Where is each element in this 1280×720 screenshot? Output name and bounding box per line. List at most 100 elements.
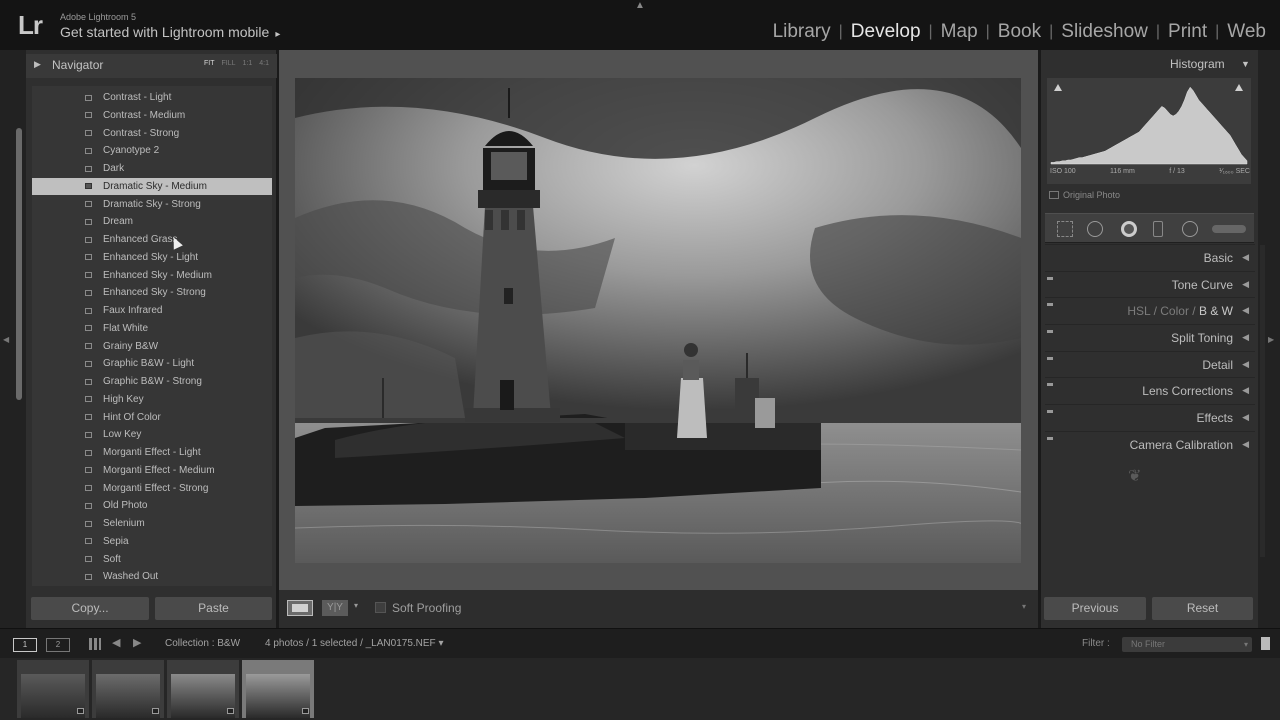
panel-expand-icon[interactable]: ◀	[1242, 359, 1249, 370]
panel-detail[interactable]: Detail ◀	[1045, 351, 1255, 377]
module-print[interactable]: Print	[1160, 21, 1215, 43]
panel-basic[interactable]: Basic ◀	[1045, 244, 1255, 270]
loupe-view-button[interactable]	[287, 600, 313, 616]
zoom-4-1[interactable]: 4:1	[259, 60, 269, 67]
panel-expand-icon[interactable]: ◀	[1242, 412, 1249, 423]
panel-lens-corrections[interactable]: Lens Corrections ◀	[1045, 377, 1255, 403]
preset-item[interactable]: Soft	[32, 551, 272, 568]
lighthouse-photo[interactable]	[295, 78, 1021, 563]
right-panel-collapse-icon[interactable]: ▶	[1268, 335, 1274, 344]
preset-item[interactable]: Old Photo	[32, 497, 272, 514]
forward-arrow-icon[interactable]: ▶	[133, 636, 141, 649]
adjustment-brush-icon[interactable]	[1212, 225, 1246, 233]
preset-item[interactable]: Contrast - Light	[32, 89, 272, 106]
preset-item[interactable]: Hint Of Color	[32, 409, 272, 426]
thumbnail-4[interactable]	[242, 660, 314, 718]
panel-split-toning[interactable]: Split Toning ◀	[1045, 324, 1255, 350]
histogram-title[interactable]: Histogram	[1170, 57, 1225, 71]
preset-item[interactable]: Enhanced Sky - Strong	[32, 284, 272, 301]
thumbnail-2[interactable]	[92, 660, 164, 718]
secondary-window-button[interactable]: 2	[46, 638, 70, 652]
module-map[interactable]: Map	[933, 21, 986, 43]
before-after-dropdown-icon[interactable]: ▾	[354, 601, 358, 610]
grid-view-icon[interactable]	[89, 638, 101, 650]
panel-switch-icon[interactable]	[1047, 303, 1053, 306]
panel-camera-calibration[interactable]: Camera Calibration ◀	[1045, 431, 1255, 457]
filter-lock-icon[interactable]	[1261, 637, 1270, 650]
panel-expand-icon[interactable]: ◀	[1242, 305, 1249, 316]
preset-item[interactable]: Sepia	[32, 533, 272, 550]
preset-item[interactable]: Enhanced Sky - Light	[32, 249, 272, 266]
graduated-filter-icon[interactable]	[1153, 221, 1163, 237]
right-panel-scrollbar[interactable]	[1260, 245, 1265, 557]
panel-switch-icon[interactable]	[1047, 277, 1053, 280]
filmstrip-photo-count[interactable]: 4 photos / 1 selected / _LAN0175.NEF ▾	[265, 638, 443, 649]
panel-effects[interactable]: Effects ◀	[1045, 404, 1255, 430]
copy-settings-button[interactable]: Copy...	[31, 597, 149, 620]
tab-color[interactable]: Color	[1160, 304, 1189, 318]
soft-proofing-checkbox[interactable]	[375, 602, 386, 613]
left-panel-scrollbar[interactable]	[16, 128, 22, 400]
before-after-button[interactable]: Y|Y	[322, 600, 348, 616]
zoom-fit[interactable]: FIT	[204, 60, 215, 67]
module-develop[interactable]: Develop	[843, 21, 929, 43]
reset-button[interactable]: Reset	[1152, 597, 1253, 620]
preset-item[interactable]: Contrast - Strong	[32, 125, 272, 142]
zoom-1-1[interactable]: 1:1	[243, 60, 253, 67]
primary-window-button[interactable]: 1	[13, 638, 37, 652]
back-arrow-icon[interactable]: ◀	[112, 636, 120, 649]
panel-expand-icon[interactable]: ◀	[1242, 332, 1249, 343]
previous-button[interactable]: Previous	[1044, 597, 1146, 620]
thumbnail-1[interactable]	[17, 660, 89, 718]
preset-item[interactable]: Dramatic Sky - Strong	[32, 196, 272, 213]
zoom-fill[interactable]: FILL	[222, 60, 236, 67]
preset-item[interactable]: Enhanced Sky - Medium	[32, 267, 272, 284]
crop-overlay-icon[interactable]	[1057, 221, 1073, 237]
preset-item[interactable]: Dark	[32, 160, 272, 177]
preset-item[interactable]: Grainy B&W	[32, 338, 272, 355]
histogram-collapse-icon[interactable]: ▼	[1241, 59, 1250, 69]
preset-item[interactable]: Dream	[32, 213, 272, 230]
spot-removal-icon[interactable]	[1087, 221, 1103, 237]
paste-settings-button[interactable]: Paste	[155, 597, 272, 620]
panel-switch-icon[interactable]	[1047, 330, 1053, 333]
module-library[interactable]: Library	[765, 21, 839, 43]
left-panel-collapse-icon[interactable]: ◀	[3, 335, 9, 344]
preset-item[interactable]: Washed Out	[32, 568, 272, 585]
panel-switch-icon[interactable]	[1047, 357, 1053, 360]
panel-switch-icon[interactable]	[1047, 410, 1053, 413]
preset-item[interactable]: Low Key	[32, 426, 272, 443]
left-panel-edge[interactable]: ◀	[0, 50, 26, 628]
panel-switch-icon[interactable]	[1047, 437, 1053, 440]
preset-item[interactable]: Contrast - Medium	[32, 107, 272, 124]
preset-item[interactable]: Graphic B&W - Strong	[32, 373, 272, 390]
tab-hsl[interactable]: HSL	[1127, 304, 1150, 318]
lightroom-mobile-link[interactable]: Get started with Lightroom mobile ▸	[60, 24, 280, 40]
navigator-header[interactable]: ▶ Navigator FIT FILL 1:1 4:1	[26, 54, 277, 78]
tab-bw[interactable]: B & W	[1199, 304, 1233, 318]
preset-item[interactable]: Morganti Effect - Strong	[32, 480, 272, 497]
thumbnail-3[interactable]	[167, 660, 239, 718]
module-web[interactable]: Web	[1219, 21, 1274, 43]
panel-switch-icon[interactable]	[1047, 383, 1053, 386]
panel-expand-icon[interactable]: ◀	[1242, 252, 1249, 263]
preset-item[interactable]: Morganti Effect - Light	[32, 444, 272, 461]
panel-expand-icon[interactable]: ◀	[1242, 385, 1249, 396]
preset-item[interactable]: Graphic B&W - Light	[32, 355, 272, 372]
panel-tone-curve[interactable]: Tone Curve ◀	[1045, 271, 1255, 297]
navigator-expand-icon[interactable]: ▶	[34, 59, 41, 70]
preset-item[interactable]: Cyanotype 2	[32, 142, 272, 159]
shadow-clipping-icon[interactable]	[1054, 84, 1062, 91]
radial-filter-icon[interactable]	[1182, 221, 1198, 237]
module-slideshow[interactable]: Slideshow	[1053, 21, 1156, 43]
preset-item[interactable]: High Key	[32, 391, 272, 408]
preset-item[interactable]: Dramatic Sky - Medium	[32, 177, 272, 195]
preset-item[interactable]: Flat White	[32, 320, 272, 337]
filmstrip-source[interactable]: Collection : B&W	[165, 638, 240, 649]
toolbar-options-dropdown-icon[interactable]: ▾	[1022, 602, 1026, 611]
panel-hsl-color-bw[interactable]: HSL / Color / B & W ◀	[1045, 297, 1255, 323]
preset-item[interactable]: Selenium	[32, 515, 272, 532]
red-eye-correction-icon[interactable]	[1121, 221, 1137, 237]
preset-item[interactable]: Morganti Effect - Medium	[32, 462, 272, 479]
preset-item[interactable]: Faux Infrared	[32, 302, 272, 319]
